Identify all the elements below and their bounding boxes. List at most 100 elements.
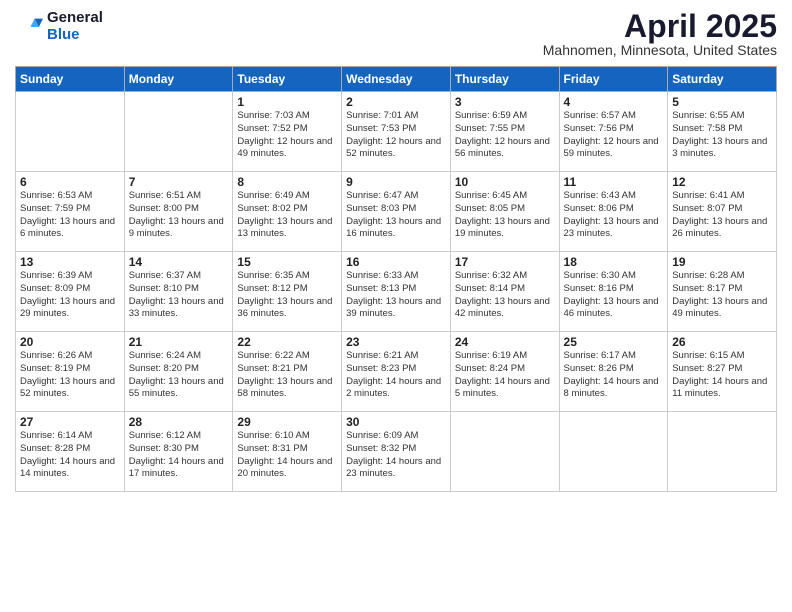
day-info: Sunrise: 6:09 AMSunset: 8:32 PMDaylight:… <box>346 430 446 481</box>
day-info: Sunrise: 6:10 AMSunset: 8:31 PMDaylight:… <box>237 430 337 481</box>
col-friday: Friday <box>559 67 668 92</box>
day-number: 1 <box>237 95 337 109</box>
day-info: Sunrise: 6:53 AMSunset: 7:59 PMDaylight:… <box>20 190 120 241</box>
col-wednesday: Wednesday <box>342 67 451 92</box>
table-row: 9Sunrise: 6:47 AMSunset: 8:03 PMDaylight… <box>342 172 451 252</box>
day-number: 27 <box>20 415 120 429</box>
day-info: Sunrise: 6:28 AMSunset: 8:17 PMDaylight:… <box>672 270 772 321</box>
day-info: Sunrise: 6:47 AMSunset: 8:03 PMDaylight:… <box>346 190 446 241</box>
calendar-week-3: 13Sunrise: 6:39 AMSunset: 8:09 PMDayligh… <box>16 252 777 332</box>
day-number: 3 <box>455 95 555 109</box>
table-row <box>559 412 668 492</box>
day-number: 21 <box>129 335 229 349</box>
col-thursday: Thursday <box>450 67 559 92</box>
day-number: 20 <box>20 335 120 349</box>
logo-general: General <box>47 10 103 27</box>
day-info: Sunrise: 6:21 AMSunset: 8:23 PMDaylight:… <box>346 350 446 401</box>
day-number: 11 <box>564 175 664 189</box>
day-number: 26 <box>672 335 772 349</box>
day-number: 30 <box>346 415 446 429</box>
table-row: 30Sunrise: 6:09 AMSunset: 8:32 PMDayligh… <box>342 412 451 492</box>
day-info: Sunrise: 6:57 AMSunset: 7:56 PMDaylight:… <box>564 110 664 161</box>
day-info: Sunrise: 6:35 AMSunset: 8:12 PMDaylight:… <box>237 270 337 321</box>
day-number: 13 <box>20 255 120 269</box>
table-row: 15Sunrise: 6:35 AMSunset: 8:12 PMDayligh… <box>233 252 342 332</box>
calendar-week-4: 20Sunrise: 6:26 AMSunset: 8:19 PMDayligh… <box>16 332 777 412</box>
calendar-week-2: 6Sunrise: 6:53 AMSunset: 7:59 PMDaylight… <box>16 172 777 252</box>
day-info: Sunrise: 6:37 AMSunset: 8:10 PMDaylight:… <box>129 270 229 321</box>
logo: General Blue <box>15 10 103 43</box>
location-title: Mahnomen, Minnesota, United States <box>543 42 777 58</box>
day-info: Sunrise: 6:41 AMSunset: 8:07 PMDaylight:… <box>672 190 772 241</box>
day-info: Sunrise: 6:24 AMSunset: 8:20 PMDaylight:… <box>129 350 229 401</box>
table-row: 3Sunrise: 6:59 AMSunset: 7:55 PMDaylight… <box>450 92 559 172</box>
table-row: 23Sunrise: 6:21 AMSunset: 8:23 PMDayligh… <box>342 332 451 412</box>
table-row: 27Sunrise: 6:14 AMSunset: 8:28 PMDayligh… <box>16 412 125 492</box>
page: General Blue April 2025 Mahnomen, Minnes… <box>0 0 792 612</box>
table-row: 12Sunrise: 6:41 AMSunset: 8:07 PMDayligh… <box>668 172 777 252</box>
day-number: 22 <box>237 335 337 349</box>
table-row: 7Sunrise: 6:51 AMSunset: 8:00 PMDaylight… <box>124 172 233 252</box>
day-number: 5 <box>672 95 772 109</box>
day-info: Sunrise: 7:01 AMSunset: 7:53 PMDaylight:… <box>346 110 446 161</box>
day-info: Sunrise: 6:45 AMSunset: 8:05 PMDaylight:… <box>455 190 555 241</box>
table-row: 17Sunrise: 6:32 AMSunset: 8:14 PMDayligh… <box>450 252 559 332</box>
table-row: 24Sunrise: 6:19 AMSunset: 8:24 PMDayligh… <box>450 332 559 412</box>
table-row: 4Sunrise: 6:57 AMSunset: 7:56 PMDaylight… <box>559 92 668 172</box>
day-info: Sunrise: 6:26 AMSunset: 8:19 PMDaylight:… <box>20 350 120 401</box>
day-info: Sunrise: 6:22 AMSunset: 8:21 PMDaylight:… <box>237 350 337 401</box>
day-number: 17 <box>455 255 555 269</box>
day-info: Sunrise: 6:55 AMSunset: 7:58 PMDaylight:… <box>672 110 772 161</box>
day-number: 24 <box>455 335 555 349</box>
day-number: 15 <box>237 255 337 269</box>
calendar-header-row: Sunday Monday Tuesday Wednesday Thursday… <box>16 67 777 92</box>
table-row: 19Sunrise: 6:28 AMSunset: 8:17 PMDayligh… <box>668 252 777 332</box>
table-row: 10Sunrise: 6:45 AMSunset: 8:05 PMDayligh… <box>450 172 559 252</box>
table-row <box>668 412 777 492</box>
day-number: 25 <box>564 335 664 349</box>
table-row: 2Sunrise: 7:01 AMSunset: 7:53 PMDaylight… <box>342 92 451 172</box>
day-info: Sunrise: 6:32 AMSunset: 8:14 PMDaylight:… <box>455 270 555 321</box>
month-title: April 2025 <box>543 10 777 42</box>
table-row: 22Sunrise: 6:22 AMSunset: 8:21 PMDayligh… <box>233 332 342 412</box>
day-number: 12 <box>672 175 772 189</box>
table-row: 20Sunrise: 6:26 AMSunset: 8:19 PMDayligh… <box>16 332 125 412</box>
day-info: Sunrise: 6:19 AMSunset: 8:24 PMDaylight:… <box>455 350 555 401</box>
day-info: Sunrise: 6:59 AMSunset: 7:55 PMDaylight:… <box>455 110 555 161</box>
table-row: 28Sunrise: 6:12 AMSunset: 8:30 PMDayligh… <box>124 412 233 492</box>
col-monday: Monday <box>124 67 233 92</box>
day-info: Sunrise: 6:51 AMSunset: 8:00 PMDaylight:… <box>129 190 229 241</box>
header: General Blue April 2025 Mahnomen, Minnes… <box>15 10 777 58</box>
table-row: 14Sunrise: 6:37 AMSunset: 8:10 PMDayligh… <box>124 252 233 332</box>
table-row <box>450 412 559 492</box>
title-block: April 2025 Mahnomen, Minnesota, United S… <box>543 10 777 58</box>
table-row: 13Sunrise: 6:39 AMSunset: 8:09 PMDayligh… <box>16 252 125 332</box>
table-row: 29Sunrise: 6:10 AMSunset: 8:31 PMDayligh… <box>233 412 342 492</box>
day-info: Sunrise: 6:39 AMSunset: 8:09 PMDaylight:… <box>20 270 120 321</box>
day-info: Sunrise: 7:03 AMSunset: 7:52 PMDaylight:… <box>237 110 337 161</box>
table-row: 25Sunrise: 6:17 AMSunset: 8:26 PMDayligh… <box>559 332 668 412</box>
logo-text: General Blue <box>47 10 103 43</box>
day-info: Sunrise: 6:43 AMSunset: 8:06 PMDaylight:… <box>564 190 664 241</box>
table-row: 6Sunrise: 6:53 AMSunset: 7:59 PMDaylight… <box>16 172 125 252</box>
day-number: 4 <box>564 95 664 109</box>
day-number: 28 <box>129 415 229 429</box>
col-sunday: Sunday <box>16 67 125 92</box>
logo-icon <box>15 13 43 41</box>
col-saturday: Saturday <box>668 67 777 92</box>
col-tuesday: Tuesday <box>233 67 342 92</box>
day-number: 9 <box>346 175 446 189</box>
table-row: 21Sunrise: 6:24 AMSunset: 8:20 PMDayligh… <box>124 332 233 412</box>
table-row: 16Sunrise: 6:33 AMSunset: 8:13 PMDayligh… <box>342 252 451 332</box>
table-row: 18Sunrise: 6:30 AMSunset: 8:16 PMDayligh… <box>559 252 668 332</box>
day-number: 18 <box>564 255 664 269</box>
logo-blue: Blue <box>47 27 103 44</box>
day-number: 2 <box>346 95 446 109</box>
day-number: 10 <box>455 175 555 189</box>
day-number: 14 <box>129 255 229 269</box>
day-number: 19 <box>672 255 772 269</box>
day-info: Sunrise: 6:12 AMSunset: 8:30 PMDaylight:… <box>129 430 229 481</box>
table-row: 1Sunrise: 7:03 AMSunset: 7:52 PMDaylight… <box>233 92 342 172</box>
table-row: 8Sunrise: 6:49 AMSunset: 8:02 PMDaylight… <box>233 172 342 252</box>
day-info: Sunrise: 6:33 AMSunset: 8:13 PMDaylight:… <box>346 270 446 321</box>
